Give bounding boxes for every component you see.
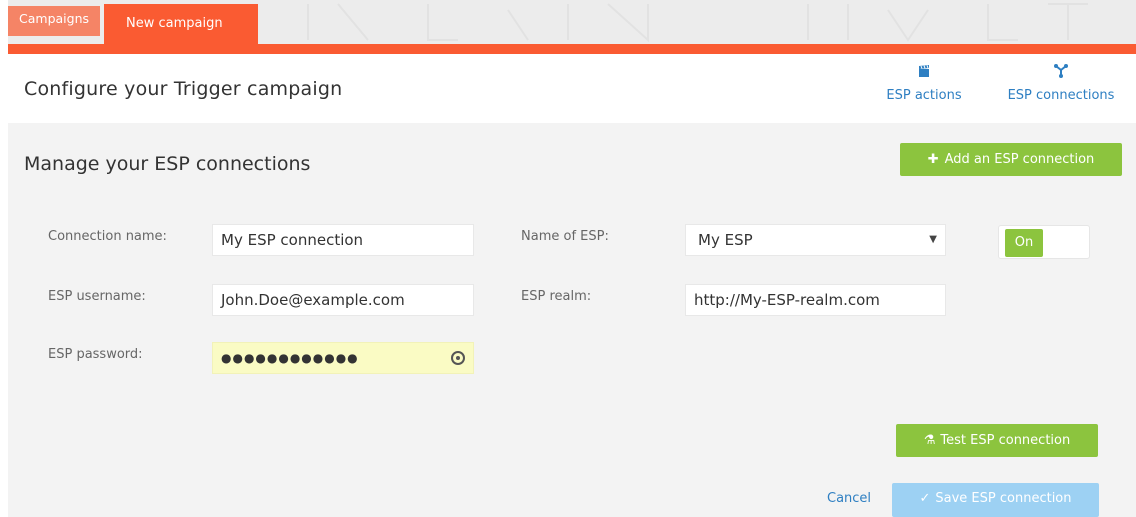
checkmark-icon: ✓ [919,491,931,506]
add-esp-connection-button[interactable]: ✚ Add an ESP connection [900,143,1122,176]
section-title: Manage your ESP connections [24,153,311,175]
connection-name-label: Connection name: [48,229,167,244]
tab-underline [8,44,1136,54]
save-esp-connection-label: Save ESP connection [935,491,1072,506]
esp-name-label: Name of ESP: [521,229,609,244]
esp-password-label: ESP password: [48,347,143,362]
save-esp-connection-button[interactable]: ✓ Save ESP connection [892,483,1099,517]
plus-icon: ✚ [927,152,939,167]
tab-new-campaign[interactable]: New campaign [104,4,258,44]
esp-username-label: ESP username: [48,289,146,304]
esp-username-input[interactable]: John.Doe@example.com [212,284,474,316]
add-esp-connection-label: Add an ESP connection [944,152,1095,167]
esp-realm-label: ESP realm: [521,289,592,304]
password-manager-icon[interactable] [451,351,465,365]
toggle-on-label: On [1005,229,1043,257]
esp-actions-label: ESP actions [886,88,962,103]
clapperboard-icon [884,64,964,82]
test-esp-connection-label: Test ESP connection [940,433,1071,448]
connection-name-input[interactable]: My ESP connection [212,224,474,256]
esp-password-value: ●●●●●●●●●●●● [221,351,359,365]
esp-connections-label: ESP connections [1007,88,1115,103]
connection-toggle[interactable]: On [998,225,1090,259]
page-header: Configure your Trigger campaign ESP acti… [8,54,1136,123]
tab-campaigns[interactable]: Campaigns [8,6,100,36]
cancel-link[interactable]: Cancel [827,491,871,506]
esp-actions-link[interactable]: ESP actions [884,64,964,103]
esp-connections-panel: Manage your ESP connections ✚ Add an ESP … [8,123,1136,517]
page-title: Configure your Trigger campaign [24,78,343,100]
esp-name-select[interactable]: My ESP ▼ [685,224,946,256]
flask-icon: ⚗ [923,433,936,448]
chevron-down-icon: ▼ [929,234,937,245]
esp-password-input[interactable]: ●●●●●●●●●●●● [212,342,474,374]
network-icon [998,64,1124,82]
esp-name-value: My ESP [698,231,753,249]
esp-realm-input[interactable]: http://My-ESP-realm.com [685,284,946,316]
tab-bar: Campaigns New campaign [8,0,1136,44]
test-esp-connection-button[interactable]: ⚗ Test ESP connection [896,424,1098,457]
esp-connections-link[interactable]: ESP connections [998,64,1124,103]
